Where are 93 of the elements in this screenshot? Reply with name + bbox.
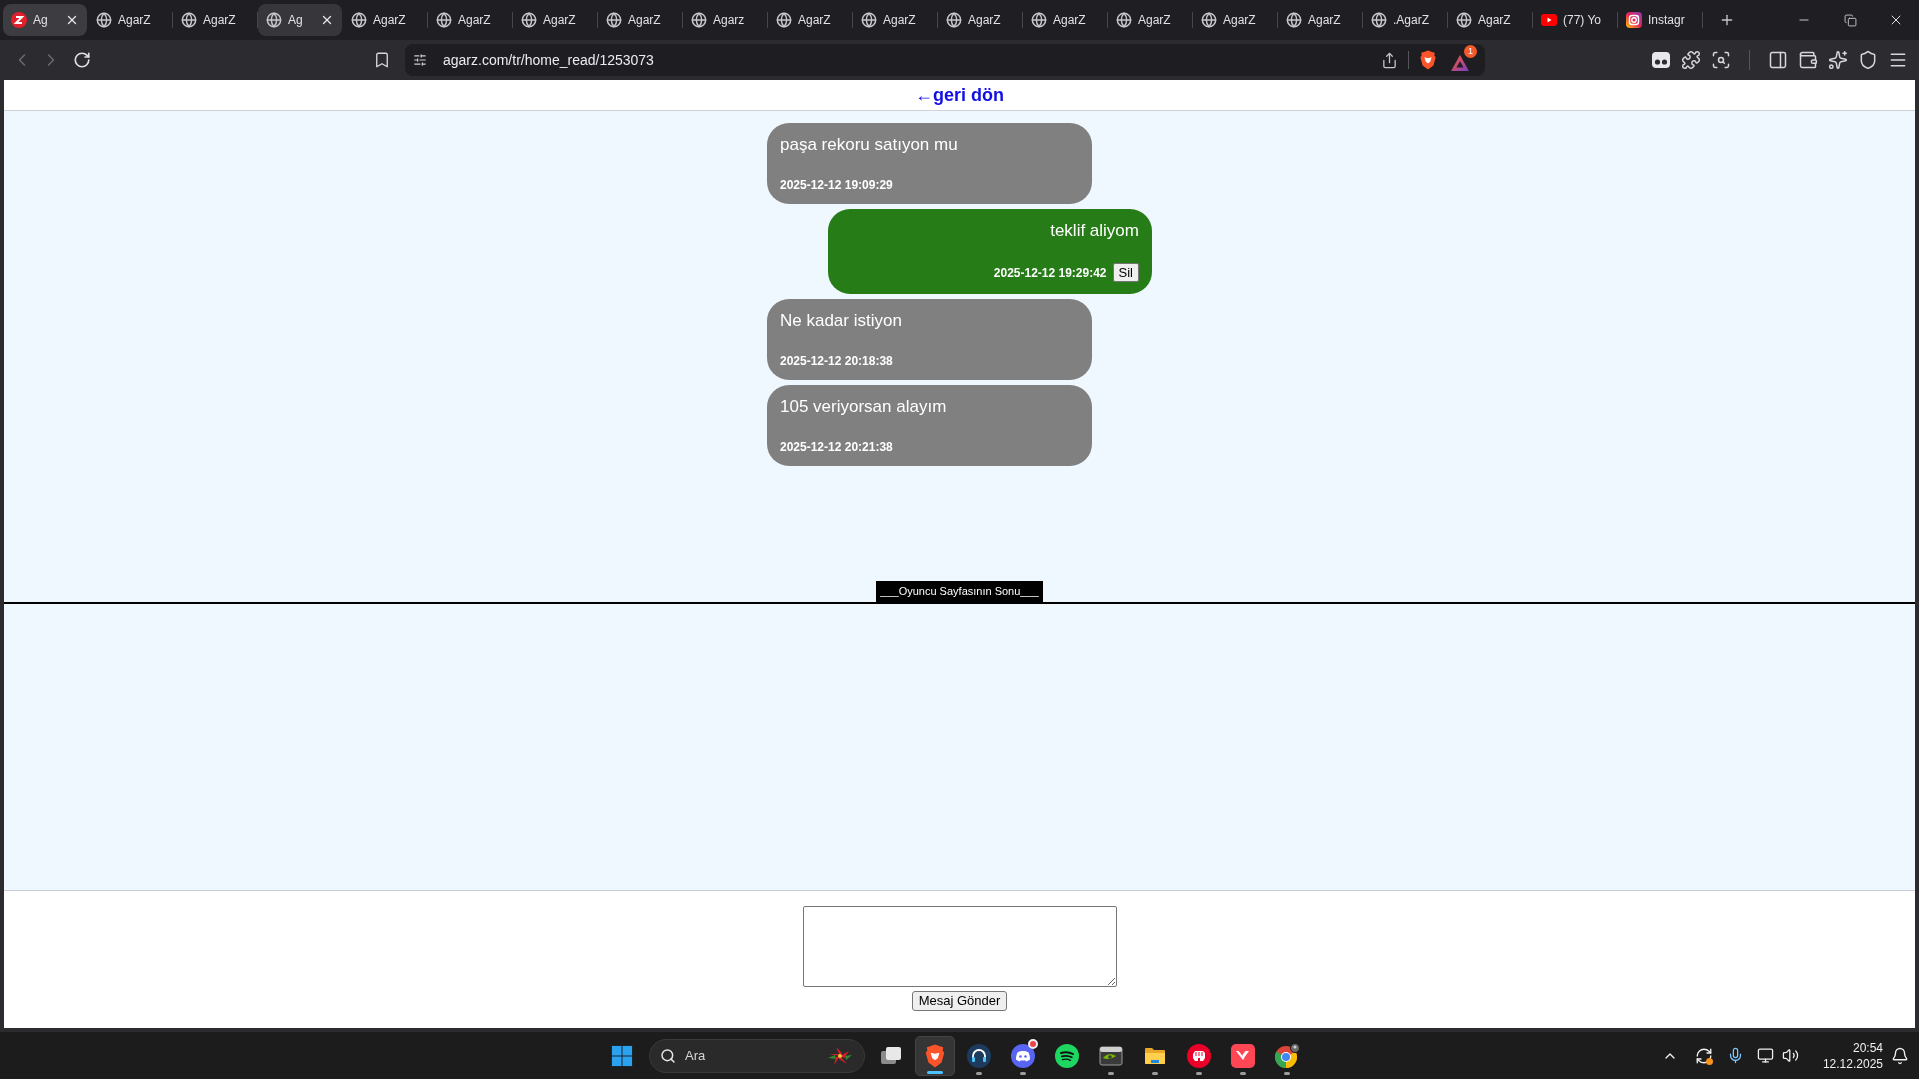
v-logo-icon bbox=[1231, 1043, 1255, 1068]
message-timestamp: 2025-12-12 20:18:38 bbox=[780, 354, 893, 368]
url-text: agarz.com/tr/home_read/1253073 bbox=[443, 50, 654, 70]
menu-icon[interactable] bbox=[1888, 50, 1908, 70]
browser-tab[interactable]: AgarZ bbox=[1278, 4, 1362, 36]
browser-tab[interactable]: AgarZ bbox=[428, 4, 512, 36]
speaker-icon[interactable] bbox=[1781, 1047, 1799, 1064]
globe-icon bbox=[1456, 12, 1472, 28]
browser-tab[interactable]: AgarZ bbox=[513, 4, 597, 36]
globe-icon bbox=[181, 12, 197, 28]
search-icon bbox=[660, 1047, 676, 1064]
browser-tab[interactable]: AgarZ bbox=[1108, 4, 1192, 36]
globe-icon bbox=[691, 12, 707, 28]
message-timestamp: 2025-12-12 19:09:29 bbox=[780, 178, 893, 192]
sync-icon[interactable] bbox=[1694, 1046, 1713, 1065]
browser-logo-icon bbox=[1274, 1042, 1300, 1069]
triangle-logo-icon[interactable] bbox=[1451, 55, 1469, 71]
globe-icon bbox=[946, 12, 962, 28]
bookmark-icon[interactable] bbox=[373, 51, 391, 69]
face-logo-icon bbox=[1011, 1043, 1035, 1068]
message-text: teklif aliyom bbox=[1050, 221, 1139, 241]
reload-icon[interactable] bbox=[73, 51, 91, 69]
browser-tab[interactable]: Ag bbox=[258, 4, 342, 36]
z-logo-icon bbox=[11, 12, 27, 28]
globe-icon bbox=[266, 12, 282, 28]
monitor-icon[interactable] bbox=[1756, 1047, 1774, 1064]
globe-icon bbox=[521, 12, 537, 28]
browser-tab[interactable]: AgarZ bbox=[853, 4, 937, 36]
browser-tab[interactable]: AgarZ bbox=[1023, 4, 1107, 36]
browser-tab[interactable]: AgarZ bbox=[173, 4, 257, 36]
wallet-icon[interactable] bbox=[1798, 50, 1818, 70]
browser-tab[interactable]: Instagr bbox=[1618, 4, 1702, 36]
flower-icon bbox=[827, 1045, 853, 1066]
delete-button[interactable]: Sil bbox=[1112, 263, 1139, 282]
message-text: paşa rekoru satıyon mu bbox=[780, 135, 958, 155]
globe-icon bbox=[1371, 12, 1387, 28]
message-input[interactable] bbox=[802, 906, 1117, 987]
send-button[interactable]: Mesaj Gönder bbox=[911, 991, 1008, 1011]
close-icon[interactable] bbox=[65, 13, 79, 27]
sidebar-icon[interactable] bbox=[1768, 50, 1788, 70]
play-logo-icon bbox=[1541, 14, 1557, 26]
browser-tab[interactable]: AgarZ bbox=[938, 4, 1022, 36]
taskbar-app-button[interactable] bbox=[915, 1035, 955, 1076]
browser-tab[interactable]: (77) Yo bbox=[1533, 4, 1617, 36]
globe-icon bbox=[436, 12, 452, 28]
browser-tab[interactable]: AgarZ bbox=[1193, 4, 1277, 36]
globe-icon bbox=[1286, 12, 1302, 28]
globe-icon bbox=[606, 12, 622, 28]
share-icon[interactable] bbox=[1381, 51, 1398, 69]
message-text: 105 veriyorsan alayım bbox=[780, 397, 947, 417]
site-settings-icon[interactable] bbox=[413, 53, 427, 67]
eye-logo-icon bbox=[1099, 1043, 1123, 1068]
shield-logo-icon[interactable] bbox=[1419, 50, 1437, 70]
search-field[interactable]: Ara bbox=[649, 1038, 865, 1073]
globe-icon bbox=[1201, 12, 1217, 28]
fist-logo-icon bbox=[1187, 1043, 1211, 1068]
close-icon[interactable] bbox=[320, 13, 334, 27]
globe-icon bbox=[1031, 12, 1047, 28]
browser-tab[interactable]: AgarZ bbox=[768, 4, 852, 36]
back-link[interactable]: ←geri dön bbox=[915, 81, 1004, 109]
browser-tab[interactable]: AgarZ bbox=[343, 4, 427, 36]
four-squares-icon bbox=[611, 1044, 633, 1067]
clock-date: 12.12.2025 bbox=[1822, 1055, 1883, 1072]
clock-time: 20:54 bbox=[1852, 1039, 1883, 1056]
browser-tab[interactable]: Ag bbox=[3, 4, 87, 36]
end-of-page-label: ___Oyuncu Sayfasının Sonu___ bbox=[876, 581, 1043, 602]
browser-tab[interactable]: AgarZ bbox=[1448, 4, 1532, 36]
puzzle-icon[interactable] bbox=[1681, 50, 1701, 70]
restore-icon[interactable] bbox=[1843, 13, 1857, 27]
message-text: Ne kadar istiyon bbox=[780, 311, 902, 331]
sound-waves-logo-icon bbox=[1055, 1043, 1079, 1068]
new-tab-icon[interactable] bbox=[1719, 12, 1735, 28]
sparkle-icon[interactable] bbox=[1828, 50, 1848, 70]
globe-icon bbox=[96, 12, 112, 28]
bell-icon[interactable] bbox=[1891, 1046, 1909, 1065]
address-bar[interactable]: agarz.com/tr/home_read/1253073 1 bbox=[405, 44, 1485, 76]
globe-icon bbox=[776, 12, 792, 28]
notification-badge: 1 bbox=[1464, 45, 1477, 58]
eyes-icon[interactable] bbox=[1651, 50, 1671, 70]
globe-icon bbox=[1116, 12, 1132, 28]
scan-search-icon[interactable] bbox=[1711, 50, 1731, 70]
shield-icon[interactable] bbox=[1858, 50, 1878, 70]
browser-tab[interactable]: AgarZ bbox=[598, 4, 682, 36]
headset-icon bbox=[967, 1043, 991, 1068]
browser-tab[interactable]: .AgarZ bbox=[1363, 4, 1447, 36]
message-timestamp: 2025-12-12 19:29:42 bbox=[993, 265, 1107, 280]
browser-tab[interactable]: AgarZ bbox=[88, 4, 172, 36]
globe-icon bbox=[861, 12, 877, 28]
browser-tab[interactable]: Agarz bbox=[683, 4, 767, 36]
camera-logo-icon bbox=[1626, 12, 1642, 28]
globe-icon bbox=[351, 12, 367, 28]
shield-logo-icon[interactable] bbox=[924, 1043, 946, 1068]
message-timestamp: 2025-12-12 20:21:38 bbox=[780, 440, 893, 454]
